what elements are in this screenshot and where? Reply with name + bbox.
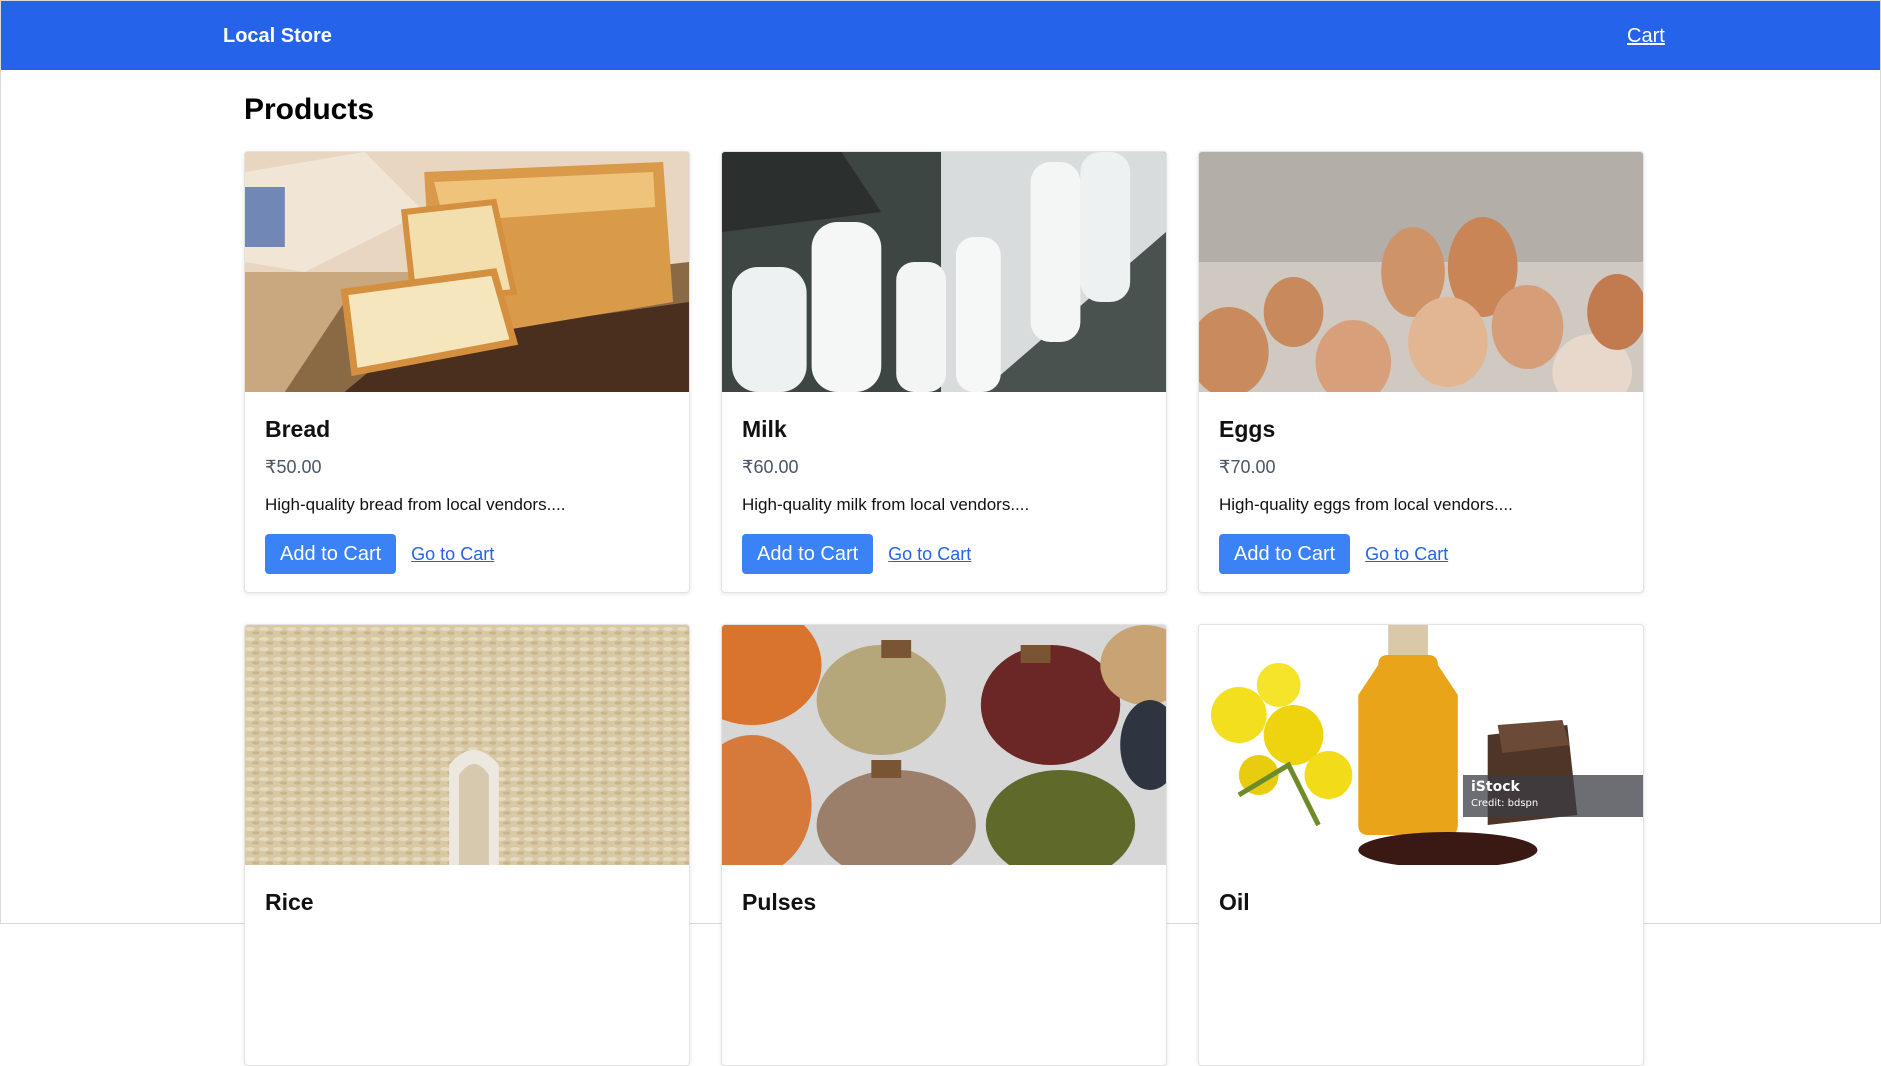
store-brand[interactable]: Local Store	[223, 25, 332, 48]
product-name: Bread	[265, 416, 331, 442]
product-price: ₹50.00	[265, 457, 322, 477]
watermark-credit: Credit: bdspn	[1471, 798, 1539, 809]
product-description: High-quality eggs from local vendors....	[1219, 495, 1513, 514]
oil-image	[1199, 625, 1643, 865]
go-to-cart-link[interactable]: Go to Cart	[888, 544, 971, 565]
product-card-bread: Bread ₹50.00 High-quality bread from loc…	[244, 151, 690, 593]
product-grid: Bread ₹50.00 High-quality bread from loc…	[244, 151, 1644, 1066]
product-card-rice: Rice	[244, 624, 690, 1066]
rice-image	[245, 625, 689, 865]
product-name: Oil	[1219, 889, 1250, 915]
product-card-oil: iStock Credit: bdspn Oil	[1198, 624, 1644, 1066]
add-to-cart-button[interactable]: Add to Cart	[1219, 534, 1351, 574]
milk-image	[722, 152, 1166, 392]
top-navbar: Local Store Cart	[1, 1, 1880, 70]
product-card-milk: Milk ₹60.00 High-quality milk from local…	[721, 151, 1167, 593]
go-to-cart-link[interactable]: Go to Cart	[1365, 544, 1448, 565]
product-card-eggs: Eggs ₹70.00 High-quality eggs from local…	[1198, 151, 1644, 593]
card-actions: Add to Cart Go to Cart	[265, 534, 669, 574]
bread-image	[245, 152, 689, 392]
product-name: Eggs	[1219, 416, 1276, 442]
product-card-pulses: Pulses	[721, 624, 1167, 1066]
product-name: Milk	[742, 416, 787, 442]
card-actions: Add to Cart Go to Cart	[742, 534, 1146, 574]
product-name: Rice	[265, 889, 314, 915]
watermark-brand: iStock	[1471, 779, 1520, 795]
nav-cart-link[interactable]: Cart	[1627, 25, 1665, 48]
page-title: Products	[244, 93, 375, 126]
product-name: Pulses	[742, 889, 817, 915]
product-price: ₹70.00	[1219, 457, 1276, 477]
add-to-cart-button[interactable]: Add to Cart	[265, 534, 397, 574]
product-description: High-quality milk from local vendors....	[742, 495, 1030, 514]
card-actions: Add to Cart Go to Cart	[1219, 534, 1623, 574]
product-description: High-quality bread from local vendors...…	[265, 495, 566, 514]
go-to-cart-link[interactable]: Go to Cart	[411, 544, 494, 565]
product-price: ₹60.00	[742, 457, 799, 477]
eggs-image	[1199, 152, 1643, 392]
istock-watermark: iStock Credit: bdspn	[1463, 775, 1643, 817]
add-to-cart-button[interactable]: Add to Cart	[742, 534, 874, 574]
pulses-image	[722, 625, 1166, 865]
